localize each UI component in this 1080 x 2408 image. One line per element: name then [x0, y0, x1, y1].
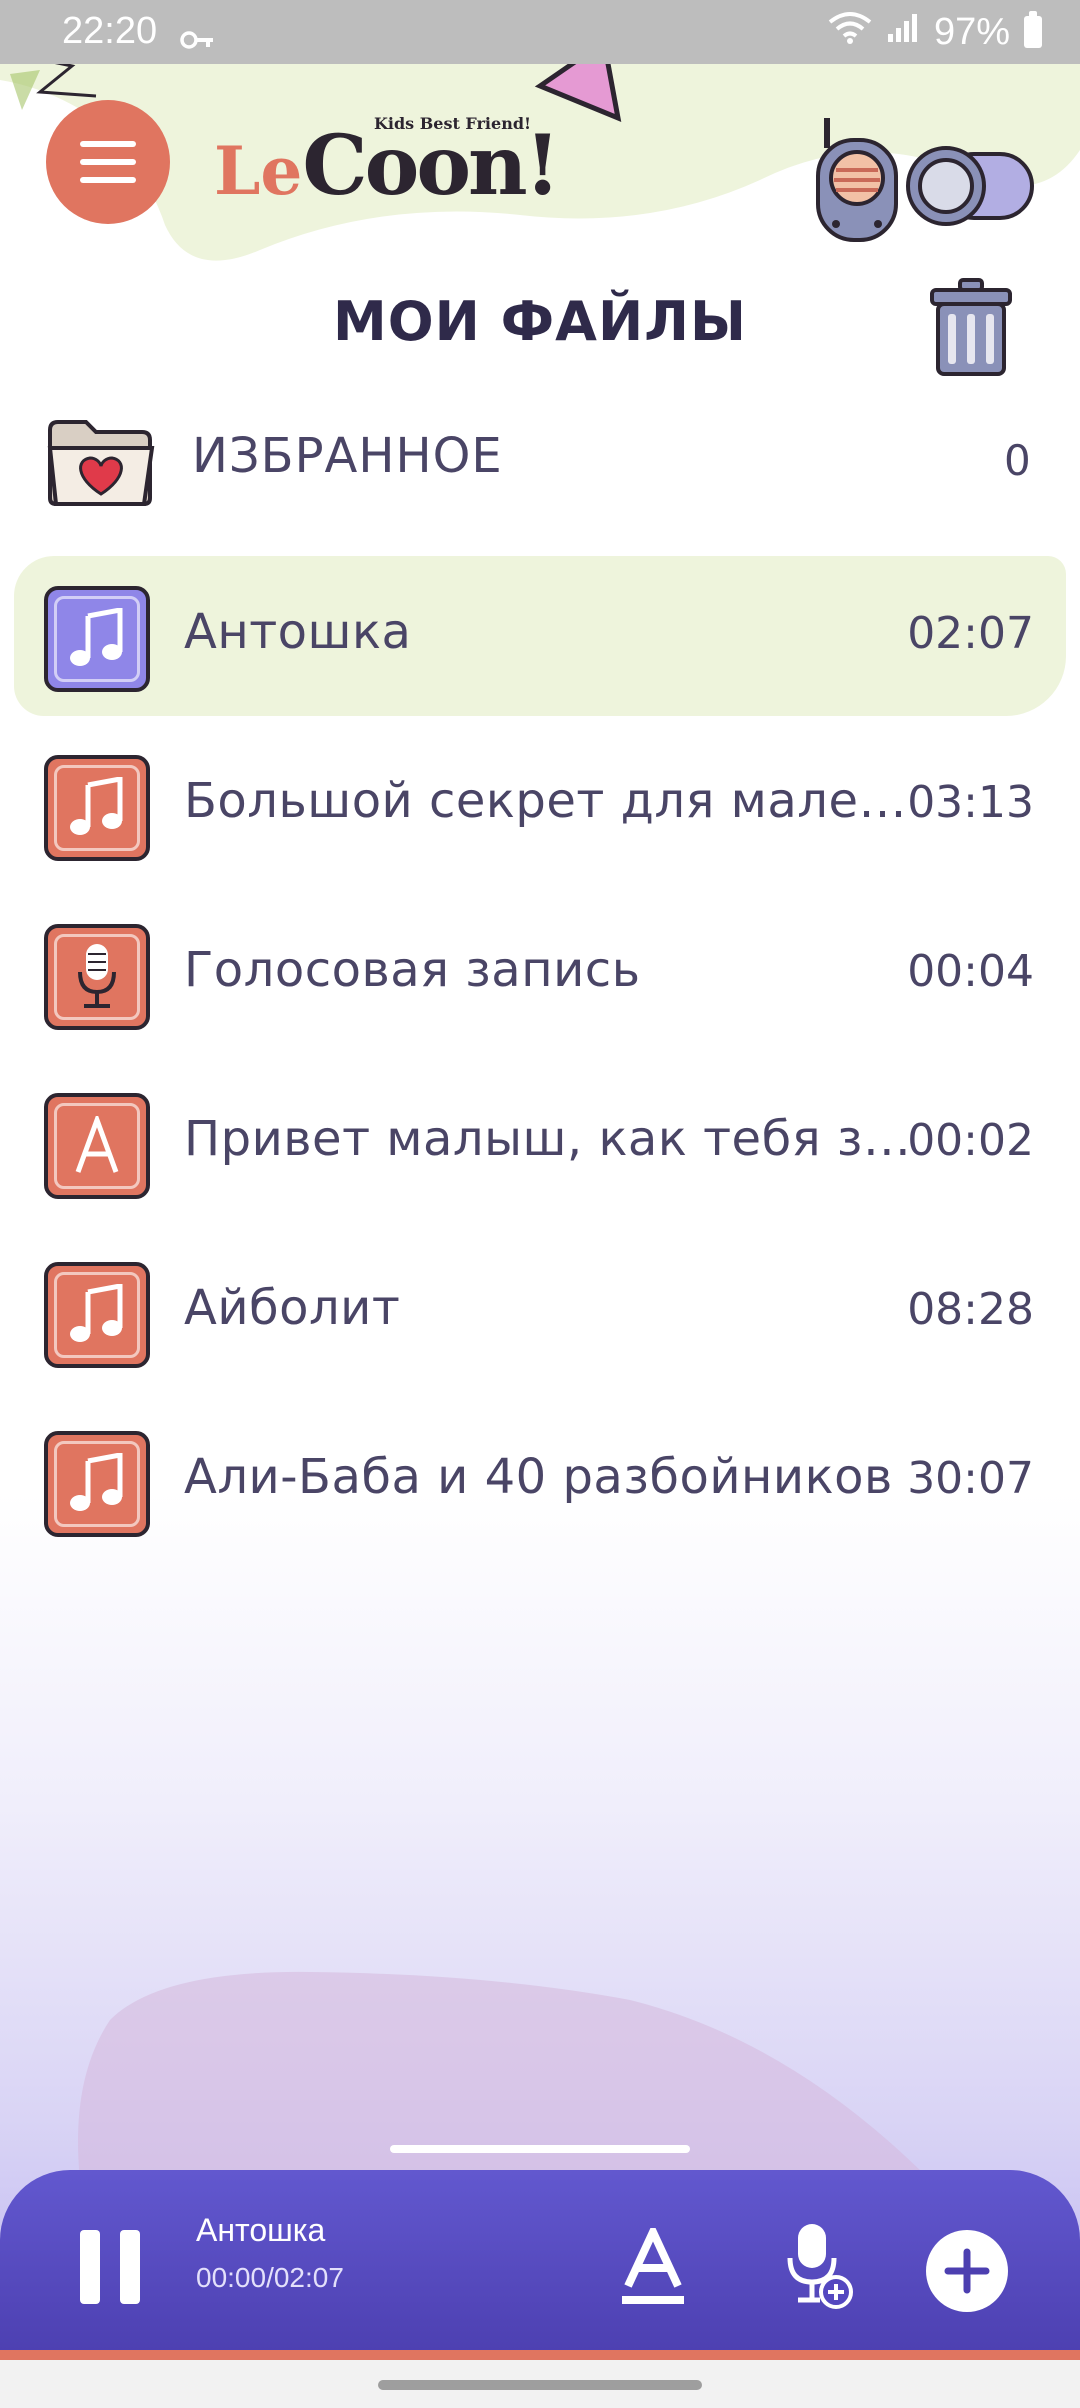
add-text-icon[interactable]: [620, 2228, 686, 2308]
menu-button[interactable]: [46, 100, 170, 224]
pause-bar: [120, 2230, 140, 2304]
drag-handle[interactable]: [390, 2145, 690, 2153]
file-duration: 00:04: [907, 946, 1034, 997]
file-item-privet-malysh[interactable]: Привет малыш, как тебя зовут 00:02: [0, 1063, 1080, 1232]
add-voice-icon[interactable]: [780, 2222, 854, 2310]
trash-icon[interactable]: [928, 278, 1014, 378]
text-a-icon: [44, 1093, 150, 1199]
logo-le: Le: [214, 132, 303, 210]
add-button[interactable]: [926, 2230, 1008, 2312]
vpn-key-icon: [180, 18, 214, 61]
file-item-aybolit[interactable]: Айболит 08:28: [0, 1232, 1080, 1401]
page-title: МОИ ФАЙЛЫ: [333, 290, 747, 353]
favorites-label: ИЗБРАННОЕ: [192, 428, 503, 484]
signal-icon: [886, 10, 920, 54]
file-item-ali-baba[interactable]: Али-Баба и 40 разбойников 30:07: [0, 1401, 1080, 1570]
hamburger-line: [80, 141, 136, 147]
file-item-voice-recording[interactable]: Голосовая запись 00:04: [0, 894, 1080, 1063]
file-list: Антошка 02:07 Большой секрет для маленьк…: [0, 556, 1080, 1570]
status-time: 22:20: [62, 10, 158, 52]
mini-player: Антошка 00:00/02:07: [0, 2170, 1080, 2360]
file-name: Привет малыш, как тебя зовут: [184, 1111, 914, 1167]
file-duration: 08:28: [907, 1284, 1034, 1335]
hamburger-line: [80, 159, 136, 165]
battery-percent: 97%: [933, 10, 1010, 53]
file-duration: 00:02: [907, 1115, 1034, 1166]
plus-icon: [944, 2248, 990, 2294]
file-item-bolshoy-sekret[interactable]: Большой секрет для маленькой компании 03…: [0, 725, 1080, 894]
camera-device-icon[interactable]: [906, 144, 1036, 230]
player-accent-stripe: [0, 2350, 1080, 2360]
system-nav-bar: [0, 2360, 1080, 2408]
hamburger-line: [80, 177, 136, 183]
file-name: Голосовая запись: [184, 942, 641, 998]
battery-icon: [1024, 11, 1042, 48]
file-name: Айболит: [184, 1280, 401, 1336]
pause-button[interactable]: [80, 2230, 144, 2304]
music-note-icon: [44, 755, 150, 861]
file-duration: 30:07: [907, 1453, 1034, 1504]
music-note-icon: [44, 586, 150, 692]
file-item-antoshka[interactable]: Антошка 02:07: [0, 556, 1080, 725]
player-track-title: Антошка: [196, 2212, 326, 2248]
logo-tagline: Kids Best Friend!: [374, 114, 532, 133]
favorites-folder-icon: [47, 420, 155, 506]
file-duration: 03:13: [907, 777, 1034, 828]
file-name: Антошка: [184, 604, 412, 660]
status-bar: 22:20 97%: [0, 0, 1080, 64]
file-name: Большой секрет для маленькой компании: [184, 773, 914, 829]
music-note-icon: [44, 1431, 150, 1537]
player-track-time: 00:00/02:07: [196, 2262, 344, 2293]
wifi-icon: [828, 10, 872, 54]
file-name: Али-Баба и 40 разбойников: [184, 1449, 893, 1505]
baby-monitor-icon[interactable]: [816, 118, 898, 244]
music-note-icon: [44, 1262, 150, 1368]
home-gesture-bar[interactable]: [378, 2380, 702, 2390]
file-duration: 02:07: [907, 608, 1034, 659]
favorites-count: 0: [1004, 436, 1031, 485]
app-logo: Kids Best Friend! LeCoon!: [214, 114, 561, 214]
microphone-icon: [44, 924, 150, 1030]
pause-bar: [80, 2230, 100, 2304]
